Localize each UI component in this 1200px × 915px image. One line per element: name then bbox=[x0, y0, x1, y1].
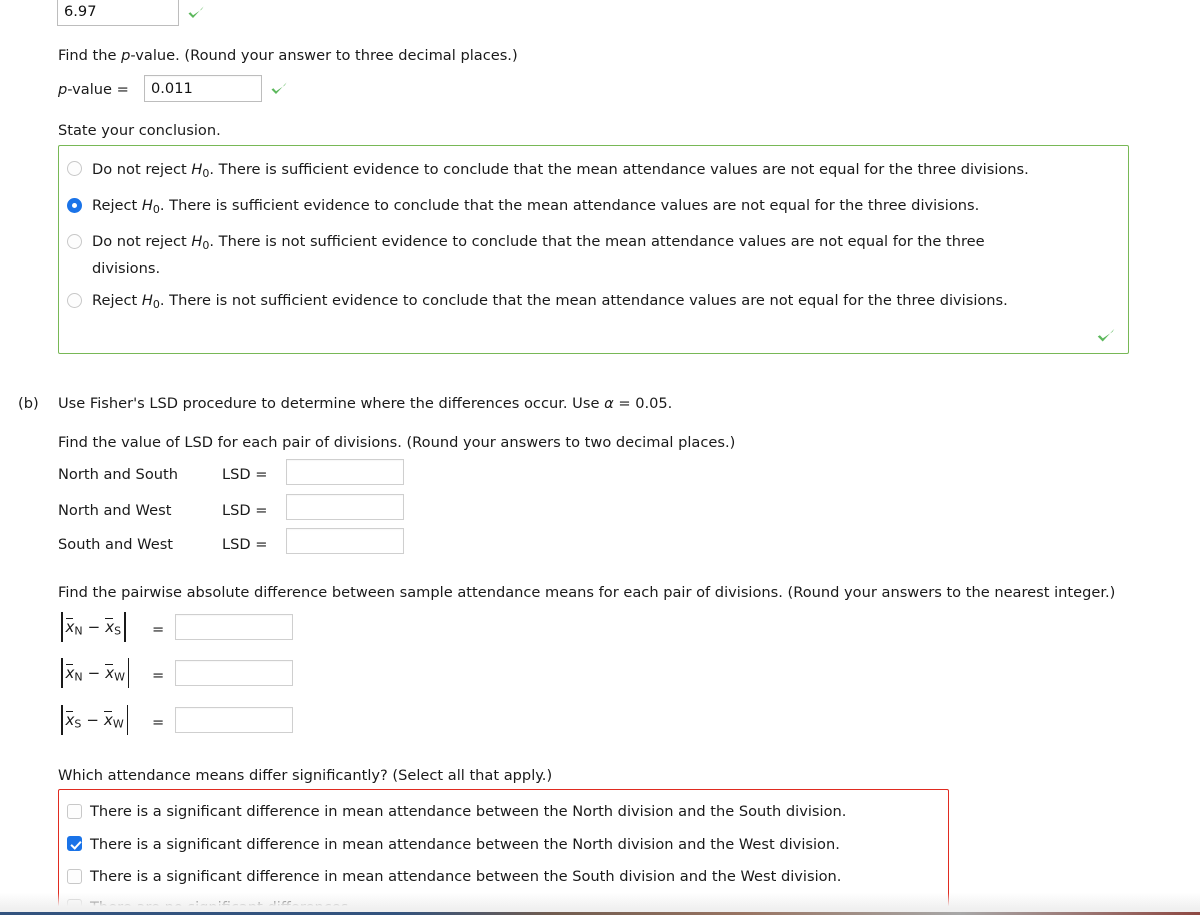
conclusion-label-0-symbol: H bbox=[191, 161, 203, 178]
conclusion-label-0: Do not reject H0. There is sufficient ev… bbox=[92, 161, 1029, 180]
lsd-input-1[interactable] bbox=[286, 494, 404, 520]
conclusion-label-3-symbol: H bbox=[141, 292, 153, 309]
abs-bar-left-1 bbox=[61, 658, 63, 688]
pvalue-correct-icon bbox=[269, 79, 289, 99]
conclusion-label-1-lead: Reject bbox=[92, 197, 142, 214]
lsd-pair-2: South and West bbox=[58, 536, 174, 553]
xbar-1-first: x bbox=[65, 663, 75, 682]
significance-checkbox-1[interactable] bbox=[67, 836, 82, 851]
conclusion-label-1-subscript: 0 bbox=[152, 203, 160, 216]
conclusion-label-1-tail: . There is sufficient evidence to conclu… bbox=[159, 197, 980, 214]
pairwise-prompt: Find the pairwise absolute difference be… bbox=[58, 584, 1116, 601]
conclusion-label-2-lead: Do not reject bbox=[92, 233, 192, 250]
pvalue-input[interactable] bbox=[144, 75, 262, 102]
pairwise-equals-1: = bbox=[152, 667, 165, 684]
conclusion-label-3-tail: . There is not sufficient evidence to co… bbox=[159, 292, 1008, 309]
significance-label-2: There is a significant difference in mea… bbox=[90, 868, 842, 885]
conclusion-correct-icon bbox=[1095, 325, 1115, 345]
test-statistic-correct-icon bbox=[186, 3, 206, 23]
conclusion-prompt: State your conclusion. bbox=[58, 122, 221, 139]
conclusion-label-0-lead: Do not reject bbox=[92, 161, 192, 178]
significance-prompt: Which attendance means differ significan… bbox=[58, 767, 553, 784]
conclusion-radio-1[interactable] bbox=[67, 198, 82, 213]
conclusion-radio-0[interactable] bbox=[67, 161, 82, 176]
lsd-input-0[interactable] bbox=[286, 459, 404, 485]
lsd-label-2: LSD = bbox=[222, 536, 268, 553]
part-b-prompt-lead: Use Fisher's LSD procedure to determine … bbox=[58, 395, 605, 412]
lsd-pair-0: North and South bbox=[58, 466, 178, 483]
xbar-0-sub2: S bbox=[114, 624, 122, 638]
test-statistic-input[interactable] bbox=[57, 0, 179, 26]
part-b-marker: (b) bbox=[18, 395, 39, 412]
xbar-2-sub2: W bbox=[112, 717, 124, 731]
xbar-2-first: x bbox=[65, 710, 75, 729]
abs-bar-right-2 bbox=[126, 705, 129, 735]
xbar-1-second: x bbox=[105, 663, 115, 682]
conclusion-label-1-symbol: H bbox=[141, 197, 153, 214]
conclusion-label-2-wrap: divisions. bbox=[92, 260, 161, 277]
conclusion-label-3-lead: Reject bbox=[92, 292, 142, 309]
xbar-0-sub1: N bbox=[74, 624, 83, 638]
pvalue-label-tail: -value = bbox=[67, 81, 129, 98]
minus-0: − bbox=[87, 617, 101, 636]
significance-label-1: There is a significant difference in mea… bbox=[90, 836, 840, 853]
abs-bar-left-2 bbox=[61, 705, 63, 735]
conclusion-label-3: Reject H0. There is not sufficient evide… bbox=[92, 292, 1008, 311]
lsd-pair-1: North and West bbox=[58, 502, 172, 519]
lsd-label-1: LSD = bbox=[222, 502, 268, 519]
xbar-1-sub1: N bbox=[74, 670, 83, 684]
lsd-prompt: Find the value of LSD for each pair of d… bbox=[58, 434, 736, 451]
conclusion-radio-3[interactable] bbox=[67, 293, 82, 308]
alpha-symbol: α bbox=[604, 395, 614, 412]
xbar-2-sub1: S bbox=[74, 717, 82, 731]
conclusion-label-2-symbol: H bbox=[191, 233, 203, 250]
lsd-input-2[interactable] bbox=[286, 528, 404, 554]
pvalue-label-italic-p: p bbox=[58, 81, 68, 98]
pairwise-equals-2: = bbox=[152, 714, 165, 731]
xbar-0-second: x bbox=[105, 617, 115, 636]
part-b-prompt: Use Fisher's LSD procedure to determine … bbox=[58, 393, 672, 414]
xbar-2-second: x bbox=[103, 710, 113, 729]
significance-checkbox-2[interactable] bbox=[67, 869, 82, 884]
abs-bar-left-0 bbox=[61, 612, 63, 642]
xbar-0-first: x bbox=[65, 617, 75, 636]
pvalue-prompt-lead: Find the bbox=[58, 47, 122, 64]
xbar-1-sub2: W bbox=[114, 670, 125, 684]
pairwise-expression-2: xS − xW bbox=[58, 705, 131, 735]
significance-label-0: There is a significant difference in mea… bbox=[90, 803, 847, 820]
pairwise-expression-0: xN − xS bbox=[58, 612, 129, 642]
pairwise-input-0[interactable] bbox=[175, 614, 293, 640]
conclusion-label-0-tail: . There is sufficient evidence to conclu… bbox=[209, 161, 1029, 178]
lsd-label-0: LSD = bbox=[222, 466, 268, 483]
minus-1: − bbox=[87, 663, 101, 682]
worksheet-page: Find the p -value. (Round your answer to … bbox=[0, 0, 1200, 915]
abs-bar-right-0 bbox=[124, 612, 126, 642]
pairwise-equals-0: = bbox=[152, 621, 165, 638]
pvalue-prompt-tail: -value. (Round your answer to three deci… bbox=[130, 47, 518, 64]
pairwise-input-2[interactable] bbox=[175, 707, 293, 733]
pvalue-label: p-value = bbox=[58, 79, 129, 100]
part-b-prompt-tail: = 0.05. bbox=[613, 395, 673, 412]
conclusion-label-1: Reject H0. There is sufficient evidence … bbox=[92, 197, 979, 216]
minus-2: − bbox=[86, 710, 99, 729]
significance-checkbox-0[interactable] bbox=[67, 804, 82, 819]
abs-bar-right-1 bbox=[127, 658, 130, 688]
pvalue-prompt: Find the p-value. (Round your answer to … bbox=[58, 45, 518, 66]
pairwise-expression-1: xN − xW bbox=[58, 658, 132, 688]
conclusion-label-2-tail: . There is not sufficient evidence to co… bbox=[209, 233, 985, 250]
conclusion-label-2: Do not reject H0. There is not sufficien… bbox=[92, 233, 985, 252]
conclusion-label-3-subscript: 0 bbox=[152, 298, 160, 311]
pairwise-input-1[interactable] bbox=[175, 660, 293, 686]
conclusion-radio-2[interactable] bbox=[67, 234, 82, 249]
